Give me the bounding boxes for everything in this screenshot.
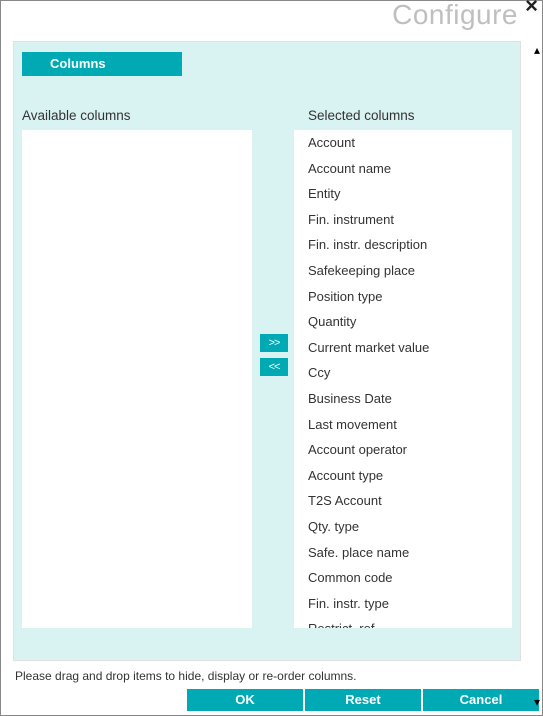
configure-dialog: Configure × ▴ Columns Available columns …: [0, 0, 543, 716]
list-item[interactable]: Position type: [294, 284, 512, 310]
list-item[interactable]: Restrict. ref.: [294, 616, 512, 628]
content-panel: Columns Available columns Selected colum…: [13, 41, 521, 661]
list-item[interactable]: Account operator: [294, 437, 512, 463]
list-item[interactable]: Last movement: [294, 412, 512, 438]
move-right-button[interactable]: >>: [260, 334, 288, 352]
scroll-down-icon[interactable]: ▾: [534, 695, 540, 709]
list-item[interactable]: Common code: [294, 565, 512, 591]
list-item[interactable]: Safe. place name: [294, 540, 512, 566]
list-item[interactable]: Qty. type: [294, 514, 512, 540]
available-columns-label: Available columns: [22, 108, 131, 123]
dialog-title: Configure: [392, 0, 518, 31]
list-item[interactable]: Account: [294, 130, 512, 156]
list-item[interactable]: Account type: [294, 463, 512, 489]
selected-columns-list[interactable]: AccountAccount nameEntityFin. instrument…: [294, 130, 512, 628]
cancel-button[interactable]: Cancel: [423, 689, 539, 711]
reset-button[interactable]: Reset: [305, 689, 421, 711]
list-item[interactable]: T2S Account: [294, 488, 512, 514]
available-columns-list[interactable]: [22, 130, 252, 628]
scroll-up-icon[interactable]: ▴: [534, 43, 540, 57]
close-icon[interactable]: ×: [525, 0, 538, 17]
list-item[interactable]: Account name: [294, 156, 512, 182]
list-item[interactable]: Current market value: [294, 335, 512, 361]
list-item[interactable]: Fin. instr. type: [294, 591, 512, 617]
ok-button[interactable]: OK: [187, 689, 303, 711]
title-bar: Configure ×: [1, 1, 542, 35]
list-item[interactable]: Fin. instr. description: [294, 232, 512, 258]
list-item[interactable]: Ccy: [294, 360, 512, 386]
list-item[interactable]: Fin. instrument: [294, 207, 512, 233]
move-left-button[interactable]: <<: [260, 358, 288, 376]
action-button-row: OK Reset Cancel: [187, 689, 539, 711]
list-item[interactable]: Business Date: [294, 386, 512, 412]
list-item[interactable]: Quantity: [294, 309, 512, 335]
list-item[interactable]: Safekeeping place: [294, 258, 512, 284]
list-item[interactable]: Entity: [294, 181, 512, 207]
selected-columns-label: Selected columns: [308, 108, 415, 123]
hint-text: Please drag and drop items to hide, disp…: [15, 669, 357, 683]
tab-columns[interactable]: Columns: [22, 52, 182, 76]
